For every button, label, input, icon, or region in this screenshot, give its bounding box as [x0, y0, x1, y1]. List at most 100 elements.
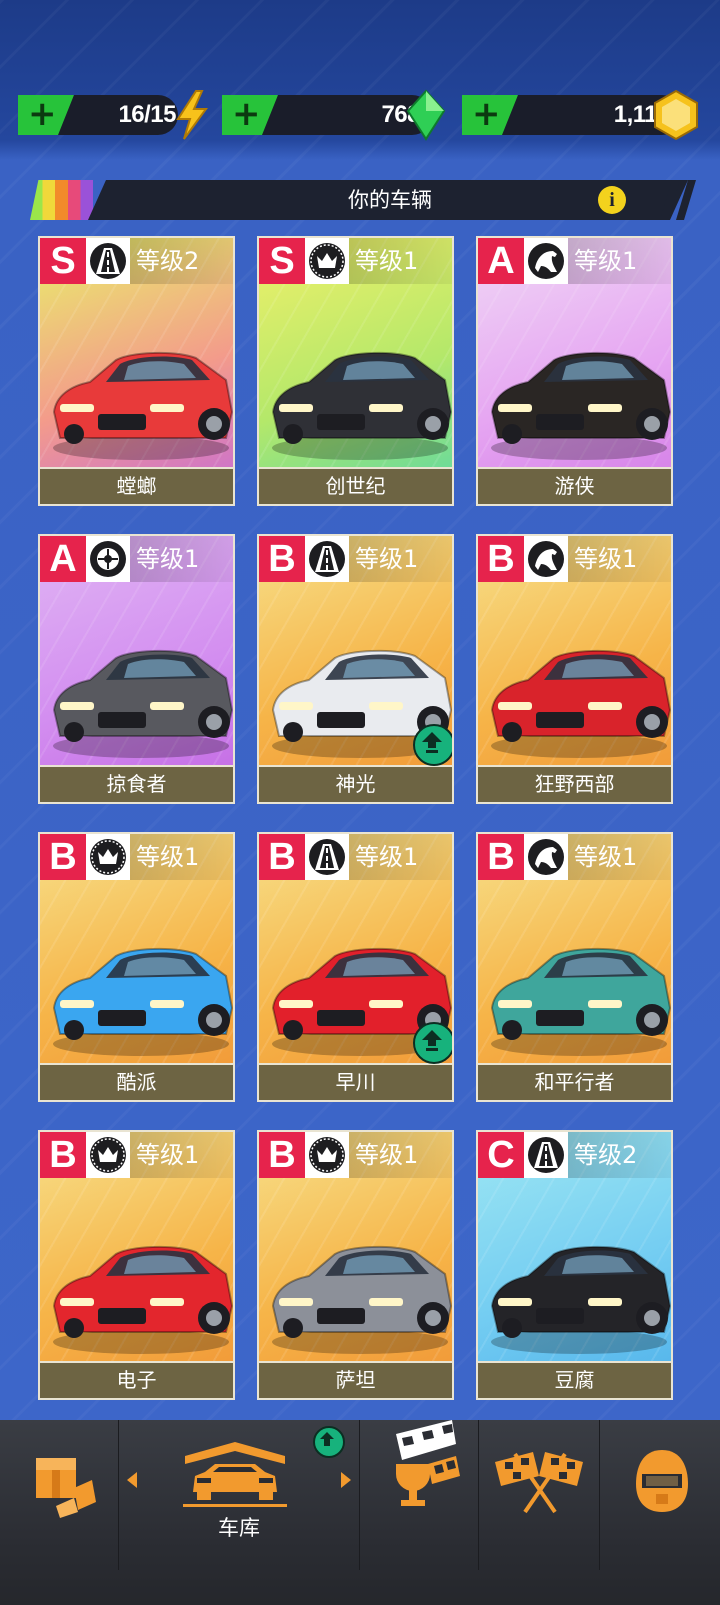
car-type-badge [524, 536, 568, 582]
rank-badge: A [40, 536, 86, 582]
car-type-badge [524, 1132, 568, 1178]
car-name: 电子 [40, 1361, 233, 1398]
helmet-icon [636, 1450, 688, 1512]
nav-shop[interactable] [0, 1420, 118, 1570]
level-label: 等级1 [349, 536, 452, 582]
car-type-badge [86, 238, 130, 284]
level-label: 等级1 [130, 1132, 233, 1178]
coins-counter[interactable]: + 1,113 [462, 89, 702, 141]
car-card[interactable]: C 等级2 豆腐 [476, 1130, 673, 1400]
car-image [490, 351, 671, 460]
arrow-up-icon [422, 732, 442, 753]
level-label: 等级2 [568, 1132, 671, 1178]
level-label: 等级1 [130, 536, 233, 582]
car-type-badge [524, 834, 568, 880]
rank-badge: B [259, 1132, 305, 1178]
rank-badge: S [40, 238, 86, 284]
rank-badge: B [478, 536, 524, 582]
car-card[interactable]: B 等级1 神光 [257, 534, 454, 804]
rank-badge: B [40, 1132, 86, 1178]
horse-icon [528, 541, 564, 577]
energy-value: 16/15 [118, 101, 176, 128]
trophy-flag-icon [396, 1420, 460, 1506]
car-type-badge [524, 238, 568, 284]
green-gem-icon [406, 89, 446, 141]
car-card[interactable]: A 等级1 游侠 [476, 236, 673, 506]
car-image [52, 351, 233, 460]
car-name: 创世纪 [259, 467, 452, 504]
car-card[interactable]: B 等级1 和平行者 [476, 832, 673, 1102]
road-icon [90, 243, 126, 279]
rank-badge: B [478, 834, 524, 880]
car-card[interactable]: B 等级1 早川 [257, 832, 454, 1102]
car-type-badge [305, 536, 349, 582]
level-label: 等级1 [568, 834, 671, 880]
road-icon [309, 839, 345, 875]
road-icon [309, 541, 345, 577]
energy-counter[interactable]: + 16/15 [18, 90, 208, 140]
garage-upgrade-badge [313, 1426, 345, 1458]
car-name: 掠食者 [40, 765, 233, 802]
car-name: 和平行者 [478, 1063, 671, 1100]
car-card[interactable]: B 等级1 酷派 [38, 832, 235, 1102]
car-card[interactable]: B 等级1 萨坦 [257, 1130, 454, 1400]
rank-badge: B [259, 536, 305, 582]
car-type-badge [305, 238, 349, 284]
level-label: 等级1 [349, 1132, 452, 1178]
nav-events[interactable] [360, 1420, 478, 1570]
car-card[interactable]: S 等级2 螳螂 [38, 236, 235, 506]
lightning-icon [176, 90, 208, 140]
shop-box-icon [36, 1458, 96, 1518]
tire-icon [90, 541, 126, 577]
car-name: 螳螂 [40, 467, 233, 504]
car-card[interactable]: S 等级1 创世纪 [257, 236, 454, 506]
chevron-left-icon[interactable] [127, 1472, 139, 1488]
chevron-right-icon[interactable] [339, 1472, 351, 1488]
nav-race[interactable] [479, 1420, 599, 1570]
car-image [271, 351, 452, 460]
level-label: 等级1 [349, 238, 452, 284]
car-image [52, 947, 233, 1056]
car-image [490, 947, 671, 1056]
arrow-up-icon [422, 1030, 442, 1051]
garage-car-icon [183, 1442, 287, 1507]
car-image [490, 1245, 671, 1354]
car-type-badge [86, 1132, 130, 1178]
rank-badge: B [259, 834, 305, 880]
level-label: 等级1 [568, 536, 671, 582]
gold-coin-icon [654, 89, 698, 141]
road-icon [528, 1137, 564, 1173]
car-card[interactable]: B 等级1 狂野西部 [476, 534, 673, 804]
car-type-badge [86, 536, 130, 582]
rank-badge: S [259, 238, 305, 284]
nav-garage[interactable]: 车库 [119, 1420, 359, 1570]
upgrade-badge [413, 1022, 452, 1064]
crown-icon [309, 1137, 345, 1173]
car-name: 神光 [259, 765, 452, 802]
gems-counter[interactable]: + 768 [222, 89, 446, 141]
car-name: 狂野西部 [478, 765, 671, 802]
horse-icon [528, 243, 564, 279]
level-label: 等级1 [568, 238, 671, 284]
car-type-badge [305, 834, 349, 880]
car-name: 游侠 [478, 467, 671, 504]
rank-badge: C [478, 1132, 524, 1178]
car-card[interactable]: A 等级1 掠食者 [38, 534, 235, 804]
crown-icon [90, 1137, 126, 1173]
bottom-nav: 车库 [0, 1420, 720, 1605]
section-header: 你的车辆 i [30, 180, 696, 220]
car-card[interactable]: B 等级1 电子 [38, 1130, 235, 1400]
horse-icon [528, 839, 564, 875]
car-name: 早川 [259, 1063, 452, 1100]
nav-profile[interactable] [600, 1420, 720, 1570]
crown-icon [309, 243, 345, 279]
info-icon[interactable]: i [598, 186, 626, 214]
coins-value: 1,113 [613, 101, 671, 128]
checkered-flags-icon [495, 1452, 583, 1514]
nav-garage-label: 车库 [218, 1516, 260, 1540]
level-label: 等级1 [130, 834, 233, 880]
header-slashes-icon [660, 180, 696, 220]
car-type-badge [305, 1132, 349, 1178]
arrow-up-icon [320, 1432, 334, 1446]
car-image [52, 1245, 233, 1354]
